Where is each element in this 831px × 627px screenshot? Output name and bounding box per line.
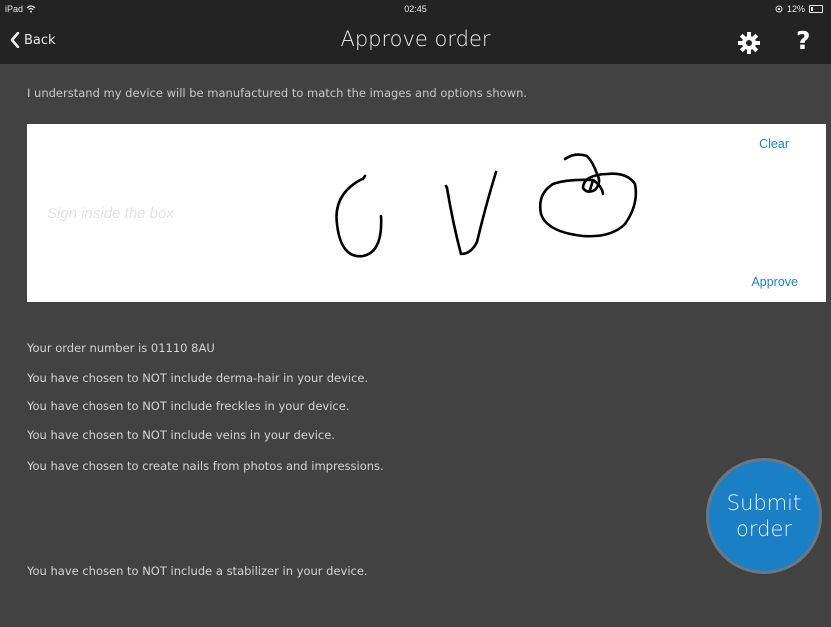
signature-pad[interactable]: Sign inside the box Clear Approve [27,124,826,302]
battery-percent: 12% [786,4,805,14]
signature-drawing [335,153,638,258]
gear-icon[interactable] [737,31,761,55]
option-line-derma-hair: You have chosen to NOT include derma-hai… [27,371,369,385]
approve-order-screen: iPad 02:45 12% Back Approve order ? I un… [0,0,831,627]
top-bar: iPad 02:45 12% Back Approve order ? [0,0,831,64]
approve-button[interactable]: Approve [751,275,798,289]
status-time: 02:45 [404,4,427,14]
order-number: Your order number is 01110 8AU [27,341,215,355]
status-battery-group: 12% [775,4,823,14]
option-line-veins: You have chosen to NOT include veins in … [27,428,335,442]
option-line-stabilizer: You have chosen to NOT include a stabili… [27,564,368,578]
page-title: Approve order [340,27,491,51]
submit-label-line2: order [736,517,792,541]
battery-icon [809,5,823,13]
option-line-nails: You have chosen to create nails from pho… [27,459,384,473]
submit-order-button[interactable]: Submit order [706,458,822,574]
orientation-lock-icon [775,5,783,13]
option-line-freckles: You have chosen to NOT include freckles … [27,399,350,413]
submit-label-line1: Submit [726,491,802,515]
clear-button[interactable]: Clear [759,137,789,151]
help-button[interactable]: ? [796,26,811,55]
intro-text: I understand my device will be manufactu… [27,86,528,100]
